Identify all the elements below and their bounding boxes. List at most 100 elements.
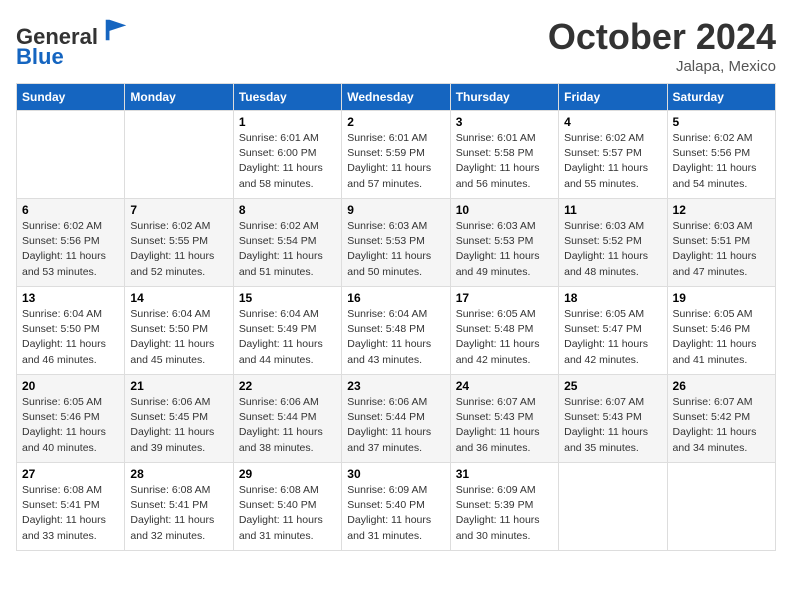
day-cell: 23 Sunrise: 6:06 AMSunset: 5:44 PMDayligh… xyxy=(342,375,450,463)
location: Jalapa, Mexico xyxy=(548,58,776,75)
day-info: Sunrise: 6:01 AMSunset: 5:58 PMDaylight:… xyxy=(456,131,553,192)
day-number: 1 xyxy=(239,115,336,129)
page-header: General Blue October 2024 Jalapa, Mexico xyxy=(16,16,776,75)
week-row-3: 13Sunrise: 6:04 AMSunset: 5:50 PMDayligh… xyxy=(17,287,776,375)
day-cell xyxy=(667,463,775,551)
day-cell: 12 Sunrise: 6:03 AMSunset: 5:51 PMDayligh… xyxy=(667,199,775,287)
day-cell: 7Sunrise: 6:02 AMSunset: 5:55 PMDaylight… xyxy=(125,199,233,287)
day-number: 17 xyxy=(456,291,553,305)
day-cell: 13Sunrise: 6:04 AMSunset: 5:50 PMDayligh… xyxy=(17,287,125,375)
day-number: 31 xyxy=(456,467,553,481)
day-cell: 2Sunrise: 6:01 AMSunset: 5:59 PMDaylight… xyxy=(342,111,450,199)
day-number: 19 xyxy=(673,291,770,305)
day-cell: 3 Sunrise: 6:01 AMSunset: 5:58 PMDaylight… xyxy=(450,111,558,199)
logo-blue: Blue xyxy=(16,44,64,69)
day-number: 8 xyxy=(239,203,336,217)
day-info: Sunrise: 6:04 AMSunset: 5:48 PMDaylight:… xyxy=(347,307,444,368)
day-info: Sunrise: 6:02 AMSunset: 5:54 PMDaylight:… xyxy=(239,219,336,280)
day-cell: 11 Sunrise: 6:03 AMSunset: 5:52 PMDayligh… xyxy=(559,199,667,287)
day-cell: 15 Sunrise: 6:04 AMSunset: 5:49 PMDayligh… xyxy=(233,287,341,375)
col-header-sunday: Sunday xyxy=(17,84,125,111)
logo-flag-icon xyxy=(102,16,130,44)
day-cell: 21 Sunrise: 6:06 AMSunset: 5:45 PMDayligh… xyxy=(125,375,233,463)
day-info: Sunrise: 6:03 AMSunset: 5:51 PMDaylight:… xyxy=(673,219,770,280)
day-info: Sunrise: 6:03 AMSunset: 5:53 PMDaylight:… xyxy=(456,219,553,280)
day-number: 25 xyxy=(564,379,661,393)
day-info: Sunrise: 6:04 AMSunset: 5:49 PMDaylight:… xyxy=(239,307,336,368)
col-header-friday: Friday xyxy=(559,84,667,111)
day-info: Sunrise: 6:08 AMSunset: 5:41 PMDaylight:… xyxy=(130,483,227,544)
day-cell: 26 Sunrise: 6:07 AMSunset: 5:42 PMDayligh… xyxy=(667,375,775,463)
day-info: Sunrise: 6:06 AMSunset: 5:44 PMDaylight:… xyxy=(347,395,444,456)
day-cell: 19 Sunrise: 6:05 AMSunset: 5:46 PMDayligh… xyxy=(667,287,775,375)
day-info: Sunrise: 6:08 AMSunset: 5:41 PMDaylight:… xyxy=(22,483,119,544)
day-cell: 24 Sunrise: 6:07 AMSunset: 5:43 PMDayligh… xyxy=(450,375,558,463)
day-number: 20 xyxy=(22,379,119,393)
day-info: Sunrise: 6:03 AMSunset: 5:52 PMDaylight:… xyxy=(564,219,661,280)
day-cell: 17 Sunrise: 6:05 AMSunset: 5:48 PMDayligh… xyxy=(450,287,558,375)
day-number: 24 xyxy=(456,379,553,393)
col-header-wednesday: Wednesday xyxy=(342,84,450,111)
day-number: 15 xyxy=(239,291,336,305)
day-number: 23 xyxy=(347,379,444,393)
day-info: Sunrise: 6:05 AMSunset: 5:48 PMDaylight:… xyxy=(456,307,553,368)
day-cell xyxy=(125,111,233,199)
day-info: Sunrise: 6:05 AMSunset: 5:46 PMDaylight:… xyxy=(673,307,770,368)
day-number: 10 xyxy=(456,203,553,217)
day-info: Sunrise: 6:07 AMSunset: 5:43 PMDaylight:… xyxy=(456,395,553,456)
day-cell: 10 Sunrise: 6:03 AMSunset: 5:53 PMDayligh… xyxy=(450,199,558,287)
day-info: Sunrise: 6:02 AMSunset: 5:57 PMDaylight:… xyxy=(564,131,661,192)
day-cell xyxy=(559,463,667,551)
day-number: 26 xyxy=(673,379,770,393)
col-header-saturday: Saturday xyxy=(667,84,775,111)
day-cell: 9Sunrise: 6:03 AMSunset: 5:53 PMDaylight… xyxy=(342,199,450,287)
day-number: 12 xyxy=(673,203,770,217)
week-row-2: 6Sunrise: 6:02 AMSunset: 5:56 PMDaylight… xyxy=(17,199,776,287)
day-number: 18 xyxy=(564,291,661,305)
day-number: 5 xyxy=(673,115,770,129)
col-header-thursday: Thursday xyxy=(450,84,558,111)
day-cell: 28Sunrise: 6:08 AMSunset: 5:41 PMDayligh… xyxy=(125,463,233,551)
calendar-header-row: SundayMondayTuesdayWednesdayThursdayFrid… xyxy=(17,84,776,111)
day-info: Sunrise: 6:02 AMSunset: 5:55 PMDaylight:… xyxy=(130,219,227,280)
day-cell: 8 Sunrise: 6:02 AMSunset: 5:54 PMDaylight… xyxy=(233,199,341,287)
day-cell: 1Sunrise: 6:01 AMSunset: 6:00 PMDaylight… xyxy=(233,111,341,199)
day-number: 29 xyxy=(239,467,336,481)
day-info: Sunrise: 6:06 AMSunset: 5:45 PMDaylight:… xyxy=(130,395,227,456)
week-row-5: 27 Sunrise: 6:08 AMSunset: 5:41 PMDayligh… xyxy=(17,463,776,551)
day-info: Sunrise: 6:03 AMSunset: 5:53 PMDaylight:… xyxy=(347,219,444,280)
day-info: Sunrise: 6:02 AMSunset: 5:56 PMDaylight:… xyxy=(673,131,770,192)
col-header-monday: Monday xyxy=(125,84,233,111)
day-cell: 31 Sunrise: 6:09 AMSunset: 5:39 PMDayligh… xyxy=(450,463,558,551)
calendar-table: SundayMondayTuesdayWednesdayThursdayFrid… xyxy=(16,83,776,551)
day-cell: 18Sunrise: 6:05 AMSunset: 5:47 PMDayligh… xyxy=(559,287,667,375)
day-number: 13 xyxy=(22,291,119,305)
day-cell: 25 Sunrise: 6:07 AMSunset: 5:43 PMDayligh… xyxy=(559,375,667,463)
day-cell xyxy=(17,111,125,199)
day-cell: 29 Sunrise: 6:08 AMSunset: 5:40 PMDayligh… xyxy=(233,463,341,551)
day-number: 11 xyxy=(564,203,661,217)
day-number: 3 xyxy=(456,115,553,129)
day-number: 30 xyxy=(347,467,444,481)
day-info: Sunrise: 6:09 AMSunset: 5:40 PMDaylight:… xyxy=(347,483,444,544)
week-row-1: 1Sunrise: 6:01 AMSunset: 6:00 PMDaylight… xyxy=(17,111,776,199)
day-info: Sunrise: 6:08 AMSunset: 5:40 PMDaylight:… xyxy=(239,483,336,544)
day-info: Sunrise: 6:07 AMSunset: 5:42 PMDaylight:… xyxy=(673,395,770,456)
col-header-tuesday: Tuesday xyxy=(233,84,341,111)
day-number: 14 xyxy=(130,291,227,305)
day-cell: 22Sunrise: 6:06 AMSunset: 5:44 PMDayligh… xyxy=(233,375,341,463)
day-info: Sunrise: 6:02 AMSunset: 5:56 PMDaylight:… xyxy=(22,219,119,280)
day-info: Sunrise: 6:05 AMSunset: 5:46 PMDaylight:… xyxy=(22,395,119,456)
day-cell: 30 Sunrise: 6:09 AMSunset: 5:40 PMDayligh… xyxy=(342,463,450,551)
month-title: October 2024 xyxy=(548,16,776,58)
day-cell: 4Sunrise: 6:02 AMSunset: 5:57 PMDaylight… xyxy=(559,111,667,199)
day-info: Sunrise: 6:07 AMSunset: 5:43 PMDaylight:… xyxy=(564,395,661,456)
day-number: 21 xyxy=(130,379,227,393)
day-info: Sunrise: 6:06 AMSunset: 5:44 PMDaylight:… xyxy=(239,395,336,456)
day-number: 27 xyxy=(22,467,119,481)
day-cell: 14Sunrise: 6:04 AMSunset: 5:50 PMDayligh… xyxy=(125,287,233,375)
day-cell: 6Sunrise: 6:02 AMSunset: 5:56 PMDaylight… xyxy=(17,199,125,287)
day-info: Sunrise: 6:09 AMSunset: 5:39 PMDaylight:… xyxy=(456,483,553,544)
calendar-body: 1Sunrise: 6:01 AMSunset: 6:00 PMDaylight… xyxy=(17,111,776,551)
week-row-4: 20 Sunrise: 6:05 AMSunset: 5:46 PMDayligh… xyxy=(17,375,776,463)
